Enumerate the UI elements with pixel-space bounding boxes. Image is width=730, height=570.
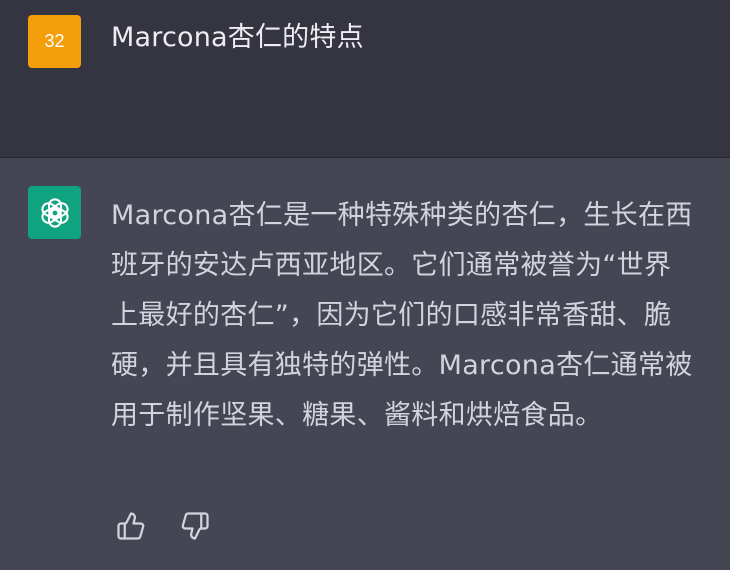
user-avatar: 32 [28, 15, 81, 68]
thumbs-down-icon [181, 512, 209, 540]
user-avatar-label: 32 [44, 31, 65, 51]
assistant-message-row: Marcona杏仁是一种特殊种类的杏仁，生长在西班牙的安达卢西亚地区。它们通常被… [0, 158, 730, 570]
assistant-message-text: Marcona杏仁是一种特殊种类的杏仁，生长在西班牙的安达卢西亚地区。它们通常被… [111, 200, 693, 431]
user-message-row: 32 Marcona杏仁的特点 [0, 0, 730, 158]
chat-page: 32 Marcona杏仁的特点 Marcona杏仁是一种特殊种类的杏仁，生长在西… [0, 0, 730, 570]
thumbs-up-button[interactable] [113, 508, 149, 544]
assistant-avatar [28, 186, 81, 239]
thumbs-down-button[interactable] [177, 508, 213, 544]
user-message-text: Marcona杏仁的特点 [111, 22, 364, 53]
feedback-buttons [113, 508, 213, 544]
openai-logo-icon [40, 197, 69, 228]
thumbs-up-icon [117, 512, 145, 540]
